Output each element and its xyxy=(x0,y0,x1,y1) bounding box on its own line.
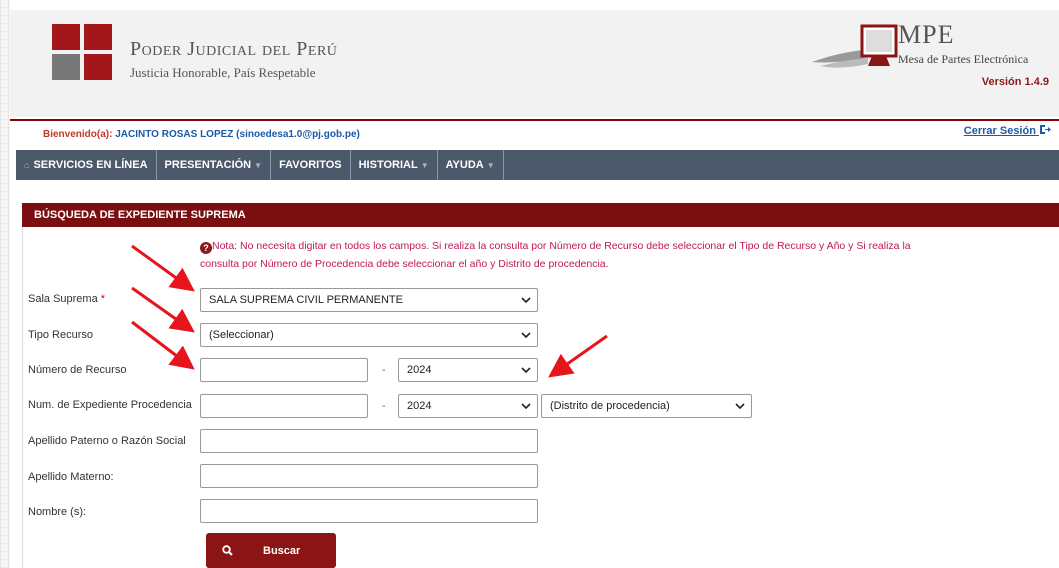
home-icon: ⌂ xyxy=(24,160,30,170)
mpe-logo-icon xyxy=(812,24,898,68)
caret-down-icon: ▼ xyxy=(420,160,429,170)
page-header: Poder Judicial del Perú Justicia Honorab… xyxy=(10,10,1059,117)
nav-servicios-en-linea[interactable]: ⌂ SERVICIOS EN LÍNEA xyxy=(16,150,157,180)
brand-subtitle: Justicia Honorable, País Respetable xyxy=(130,65,316,80)
separator-dash: - xyxy=(382,364,386,376)
chevron-down-icon xyxy=(521,332,531,339)
welcome-user: JACINTO ROSAS LOPEZ (sinoedesa1.0@pj.gob… xyxy=(115,129,360,140)
nombre-input[interactable] xyxy=(200,499,538,523)
nav-label: PRESENTACIÓN xyxy=(164,159,252,171)
procedencia-year-select[interactable]: 2024 xyxy=(398,394,538,418)
poder-judicial-logo xyxy=(52,24,116,82)
nav-label: FAVORITOS xyxy=(279,159,342,171)
chevron-down-icon xyxy=(521,403,531,410)
procedencia-label: Num. de Expediente Procedencia xyxy=(28,399,192,411)
info-note: ? Nota: No necesita digitar en todos los … xyxy=(200,237,920,273)
nav-favoritos[interactable]: FAVORITOS xyxy=(271,150,351,180)
numero-recurso-label: Número de Recurso xyxy=(28,364,127,376)
year-value: 2024 xyxy=(407,400,432,412)
sala-value: SALA SUPREMA CIVIL PERMANENTE xyxy=(209,294,403,306)
numero-recurso-input[interactable] xyxy=(200,358,368,382)
sala-suprema-select[interactable]: SALA SUPREMA CIVIL PERMANENTE xyxy=(200,288,538,312)
panel-title: BÚSQUEDA DE EXPEDIENTE SUPREMA xyxy=(22,203,1059,227)
nav-historial[interactable]: HISTORIAL ▼ xyxy=(351,150,438,180)
tipo-recurso-select[interactable]: (Seleccionar) xyxy=(200,323,538,347)
question-icon: ? xyxy=(200,242,212,254)
apellido-materno-label: Apellido Materno: xyxy=(28,471,114,483)
caret-down-icon: ▼ xyxy=(254,160,263,170)
mpe-title: MPE xyxy=(898,20,955,49)
welcome-message: Bienvenido(a): JACINTO ROSAS LOPEZ (sino… xyxy=(43,129,360,140)
search-button-label: Buscar xyxy=(263,544,301,557)
nav-presentacion[interactable]: PRESENTACIÓN ▼ xyxy=(157,150,272,180)
procedencia-input[interactable] xyxy=(200,394,368,418)
apellido-materno-input[interactable] xyxy=(200,464,538,488)
chevron-down-icon xyxy=(521,297,531,304)
separator-dash: - xyxy=(382,400,386,412)
tipo-value: (Seleccionar) xyxy=(209,329,274,341)
logout-icon xyxy=(1040,125,1051,134)
search-button[interactable]: Buscar xyxy=(206,533,336,568)
sala-label-text: Sala Suprema xyxy=(28,293,98,305)
sala-suprema-label: Sala Suprema * xyxy=(28,293,105,305)
main-nav: ⌂ SERVICIOS EN LÍNEA PRESENTACIÓN ▼ FAVO… xyxy=(16,150,1059,180)
nav-label: AYUDA xyxy=(445,159,484,171)
search-icon xyxy=(222,545,233,556)
caret-down-icon: ▼ xyxy=(486,160,495,170)
chevron-down-icon xyxy=(735,403,745,410)
chevron-down-icon xyxy=(521,367,531,374)
left-pattern xyxy=(0,0,10,568)
apellido-paterno-label: Apellido Paterno o Razón Social xyxy=(28,435,186,447)
year-value: 2024 xyxy=(407,364,432,376)
nav-label: HISTORIAL xyxy=(358,159,418,171)
brand-title: Poder Judicial del Perú xyxy=(130,38,338,60)
distrito-select[interactable]: (Distrito de procedencia) xyxy=(541,394,752,418)
logout-link[interactable]: Cerrar Sesión xyxy=(964,124,1051,137)
header-divider xyxy=(10,119,1059,121)
apellido-paterno-input[interactable] xyxy=(200,429,538,453)
nav-ayuda[interactable]: AYUDA ▼ xyxy=(438,150,504,180)
logout-label: Cerrar Sesión xyxy=(963,125,1036,137)
distrito-value: (Distrito de procedencia) xyxy=(550,400,670,412)
note-text: Nota: No necesita digitar en todos los c… xyxy=(200,240,911,270)
required-marker: * xyxy=(100,293,106,305)
welcome-label: Bienvenido(a): xyxy=(43,129,113,140)
nav-label: SERVICIOS EN LÍNEA xyxy=(33,159,148,171)
mpe-subtitle: Mesa de Partes Electrónica xyxy=(898,52,1029,66)
version-label: Versión 1.4.9 xyxy=(981,76,1049,88)
nombre-label: Nombre (s): xyxy=(28,506,87,518)
numero-year-select[interactable]: 2024 xyxy=(398,358,538,382)
tipo-recurso-label: Tipo Recurso xyxy=(28,329,94,341)
